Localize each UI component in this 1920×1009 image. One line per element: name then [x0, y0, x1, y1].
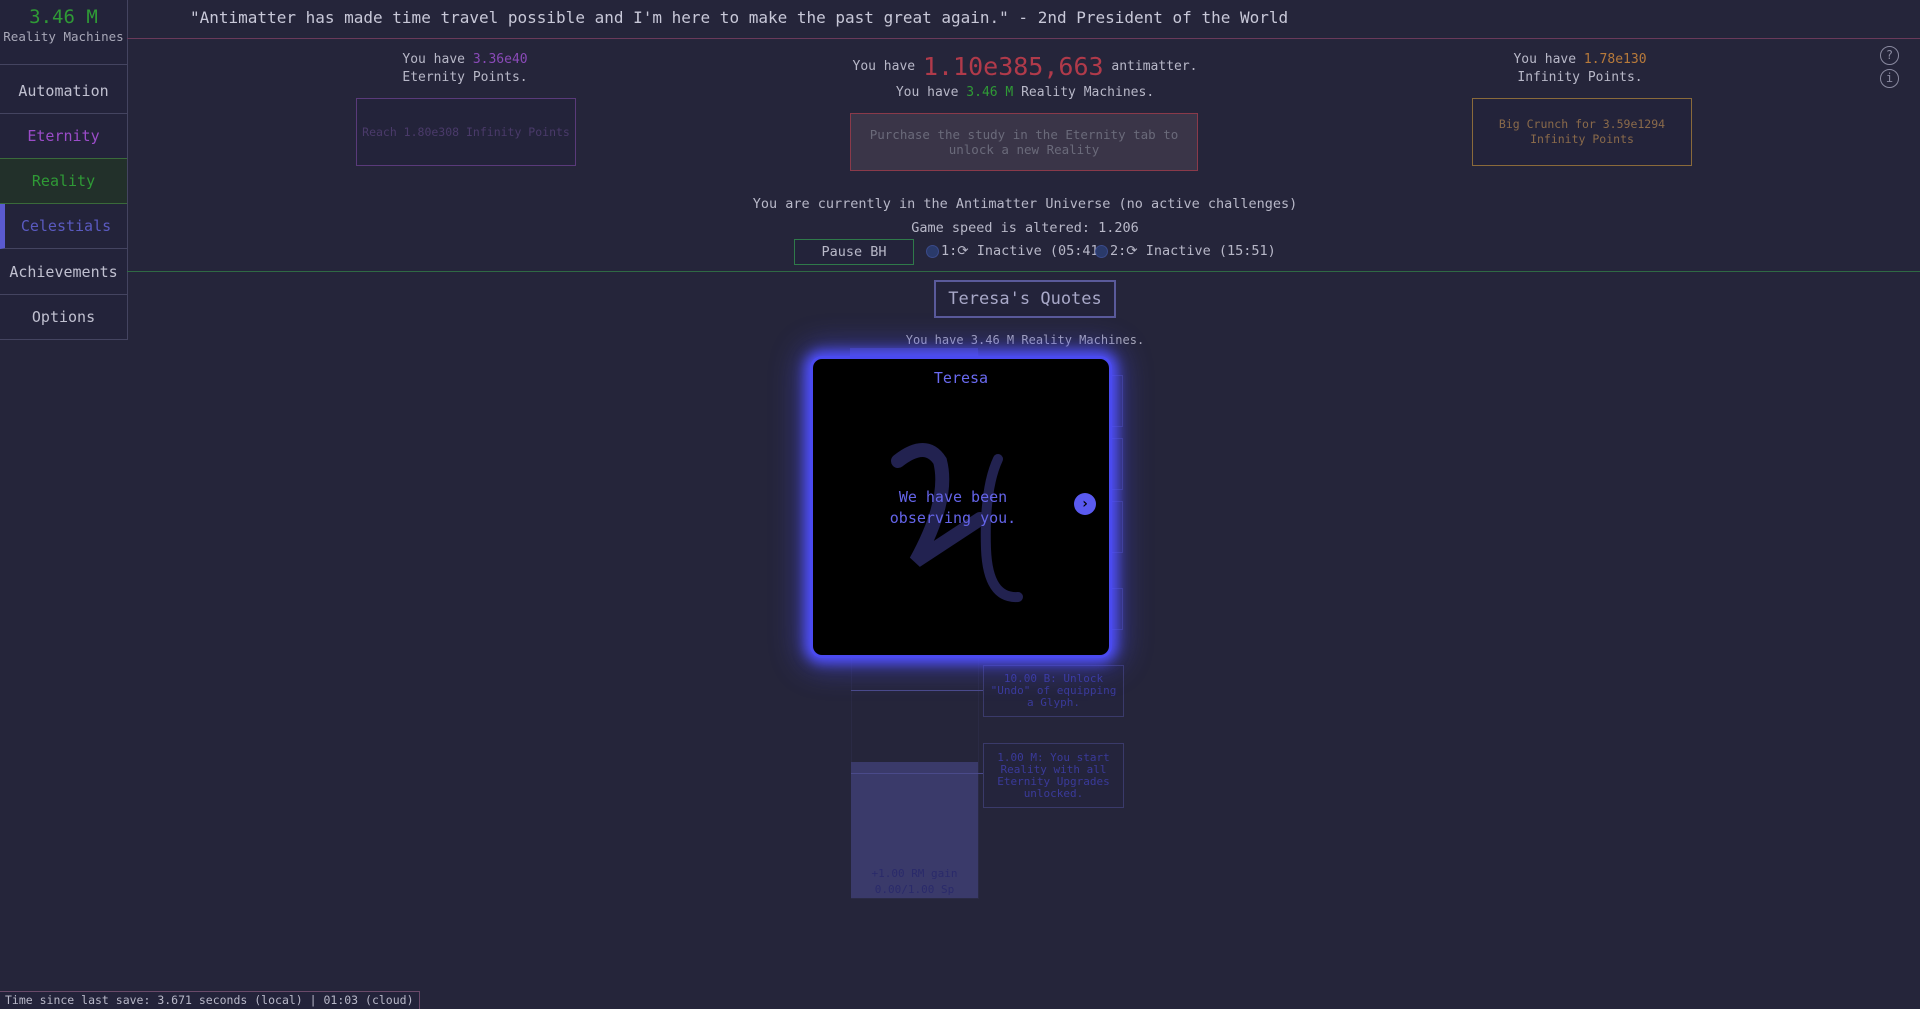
reality-machines-header: You have 3.46 M Reality Machines. — [820, 85, 1230, 100]
news-ticker-quote: "Antimatter has made time travel possibl… — [190, 8, 1289, 27]
black-hole-1-icon — [926, 245, 939, 258]
tab-eternity[interactable]: Eternity — [0, 114, 127, 159]
infinity-points-display: You have 1.78e130 Infinity Points. — [1480, 51, 1680, 87]
help-icon[interactable]: ? — [1880, 46, 1899, 65]
pour-progress: 0.00/1.00 Sp — [874, 883, 955, 896]
header-divider — [127, 38, 1920, 39]
antimatter-amount: 1.10e385,663 — [922, 52, 1104, 81]
sidebar: 3.46 M Reality Machines Automation Etern… — [0, 0, 128, 340]
am-prefix: You have — [852, 59, 916, 74]
black-hole-1-status: 1:⟳ Inactive (05:41) — [941, 243, 1107, 259]
big-crunch-button[interactable]: Big Crunch for 3.59e1294 Infinity Points — [1472, 98, 1692, 166]
eternity-button[interactable]: Reach 1.80e308 Infinity Points — [356, 98, 576, 166]
am-suffix: antimatter. — [1111, 59, 1198, 74]
ep-suffix: Eternity Points. — [402, 70, 528, 85]
modal-title: Teresa — [933, 369, 989, 387]
pause-black-hole-button[interactable]: Pause BH — [794, 239, 914, 265]
unlock-card-undo: 10.00 B: Unlock "Undo" of equipping a Gl… — [983, 665, 1124, 717]
unlock-line-eternity — [851, 773, 983, 774]
ip-value: 1.78e130 — [1583, 52, 1647, 67]
antimatter-display: You have 1.10e385,663 antimatter. — [820, 52, 1230, 81]
reality-machines-label: Reality Machines — [3, 29, 124, 44]
black-hole-2-status: 2:⟳ Inactive (15:51) — [1110, 243, 1276, 259]
game-speed-status: Game speed is altered: 1.206 — [911, 220, 1139, 236]
teresa-quotes-button[interactable]: Teresa's Quotes — [934, 280, 1116, 318]
rm-value: 3.46 M — [966, 85, 1014, 100]
ep-prefix: You have — [402, 52, 465, 67]
modal-message: We have been observing you. — [889, 488, 1017, 527]
tab-celestials[interactable]: Celestials — [0, 204, 127, 249]
universe-status: You are currently in the Antimatter Univ… — [752, 196, 1298, 212]
ip-prefix: You have — [1513, 52, 1577, 67]
black-hole-2-icon — [1095, 245, 1108, 258]
header-separator — [127, 271, 1920, 272]
reality-machines-line: You have 3.46 M Reality Machines. — [905, 333, 1145, 347]
unlock-card-eternity-upgrades: 1.00 M: You start Reality with all Etern… — [983, 743, 1124, 808]
rm-suffix: Reality Machines. — [1021, 85, 1155, 100]
info-icon[interactable]: i — [1880, 69, 1899, 88]
tab-automation[interactable]: Automation — [0, 69, 127, 114]
save-timer: Time since last save: 3.671 seconds (loc… — [0, 991, 420, 1009]
reality-button[interactable]: Purchase the study in the Eternity tab t… — [850, 113, 1198, 171]
reality-machines-amount: 3.46 M — [29, 6, 98, 28]
celestial-modal: Teresa We have been observing you. › — [810, 356, 1112, 658]
pour-rm-gain: +1.00 RM gain — [871, 867, 958, 880]
tab-achievements[interactable]: Achievements — [0, 250, 127, 295]
ip-suffix: Infinity Points. — [1517, 70, 1643, 85]
unlock-line-undo — [851, 690, 983, 691]
eternity-points-display: You have 3.36e40 Eternity Points. — [370, 51, 560, 87]
tab-reality[interactable]: Reality — [0, 159, 127, 204]
reality-machines-display: 3.46 M Reality Machines — [0, 0, 127, 65]
next-arrow-icon[interactable]: › — [1074, 493, 1096, 515]
ep-value: 3.36e40 — [472, 52, 528, 67]
rm-prefix: You have — [895, 85, 959, 100]
tab-options[interactable]: Options — [0, 295, 127, 339]
